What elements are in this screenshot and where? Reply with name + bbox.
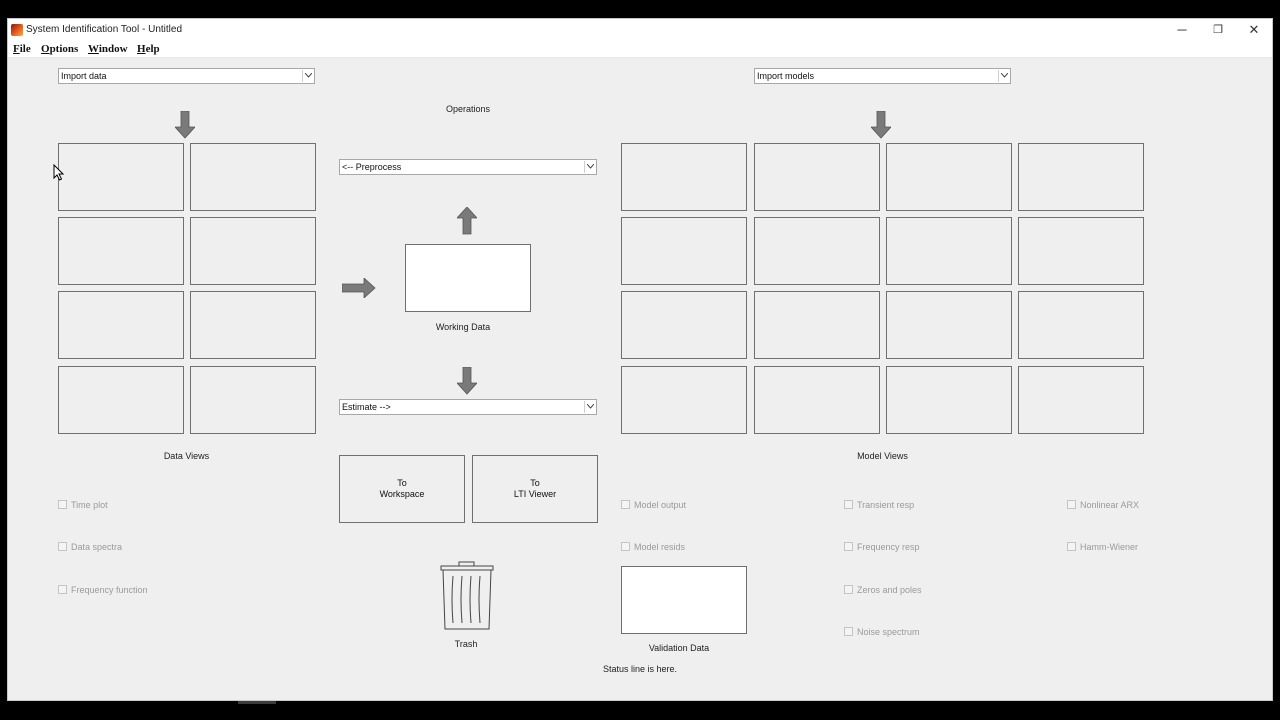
model-slot[interactable]: [1018, 291, 1144, 359]
preprocess-dropdown[interactable]: <-- Preprocess: [339, 159, 597, 175]
data-slot[interactable]: [58, 366, 184, 434]
menu-help[interactable]: Help: [137, 41, 160, 57]
data-slot[interactable]: [190, 217, 316, 285]
estimate-dropdown[interactable]: Estimate -->: [339, 399, 597, 415]
model-slot[interactable]: [1018, 366, 1144, 434]
transient-resp-checkbox[interactable]: Transient resp: [844, 499, 914, 511]
import-data-value: Import data: [61, 71, 107, 81]
to-lti-viewer-button[interactable]: To LTI Viewer: [472, 455, 598, 523]
import-models-dropdown[interactable]: Import models: [754, 68, 1011, 84]
data-slot[interactable]: [58, 291, 184, 359]
model-slot[interactable]: [754, 217, 880, 285]
chevron-down-icon[interactable]: [998, 70, 1009, 82]
operations-label: Operations: [445, 104, 491, 114]
right-arrow-icon: [342, 278, 376, 298]
frequency-resp-checkbox[interactable]: Frequency resp: [844, 541, 920, 553]
model-slot[interactable]: [1018, 143, 1144, 211]
validation-data-slot[interactable]: [621, 566, 747, 634]
hamm-wiener-checkbox[interactable]: Hamm-Wiener: [1067, 541, 1138, 553]
model-slot[interactable]: [754, 143, 880, 211]
chevron-down-icon[interactable]: [302, 70, 313, 82]
down-arrow-icon: [871, 111, 891, 139]
validation-data-label: Validation Data: [648, 643, 710, 653]
model-slot[interactable]: [886, 291, 1012, 359]
frequency-function-checkbox[interactable]: Frequency function: [58, 584, 148, 596]
model-slot[interactable]: [621, 217, 747, 285]
model-resids-checkbox[interactable]: Model resids: [621, 541, 685, 553]
model-slot[interactable]: [621, 291, 747, 359]
import-models-value: Import models: [757, 71, 815, 81]
model-slot[interactable]: [754, 291, 880, 359]
model-slot[interactable]: [621, 143, 747, 211]
menu-window[interactable]: Window: [88, 41, 128, 57]
menu-bar: File Options Window Help: [8, 41, 1272, 58]
window-title: System Identification Tool - Untitled: [26, 24, 183, 35]
data-slot[interactable]: [58, 217, 184, 285]
model-slot[interactable]: [886, 217, 1012, 285]
close-button[interactable]: ✕: [1236, 19, 1272, 41]
to-workspace-button[interactable]: To Workspace: [339, 455, 465, 523]
time-plot-checkbox[interactable]: Time plot: [58, 499, 108, 511]
title-bar: System Identification Tool - Untitled ─ …: [8, 19, 1272, 41]
menu-file[interactable]: File: [13, 41, 31, 57]
working-data-slot[interactable]: [405, 244, 531, 312]
nonlinear-arx-checkbox[interactable]: Nonlinear ARX: [1067, 499, 1139, 511]
estimate-value: Estimate -->: [342, 402, 391, 412]
zeros-and-poles-checkbox[interactable]: Zeros and poles: [844, 584, 922, 596]
minimize-button[interactable]: ─: [1164, 19, 1200, 41]
preprocess-value: <-- Preprocess: [342, 162, 402, 172]
model-slot[interactable]: [621, 366, 747, 434]
down-arrow-icon: [457, 367, 477, 395]
data-slot[interactable]: [190, 143, 316, 211]
model-slot[interactable]: [886, 366, 1012, 434]
status-line: Status line is here.: [602, 664, 678, 674]
data-views-label: Data Views: [163, 451, 210, 461]
taskbar-scroll-thumb: [238, 701, 276, 704]
working-data-label: Working Data: [435, 322, 491, 332]
model-slot[interactable]: [754, 366, 880, 434]
import-data-dropdown[interactable]: Import data: [58, 68, 315, 84]
chevron-down-icon[interactable]: [584, 161, 595, 173]
model-slot[interactable]: [886, 143, 1012, 211]
menu-options[interactable]: Options: [41, 41, 78, 57]
model-views-label: Model Views: [857, 451, 908, 461]
trash-label: Trash: [454, 639, 478, 649]
data-spectra-checkbox[interactable]: Data spectra: [58, 541, 122, 553]
model-output-checkbox[interactable]: Model output: [621, 499, 686, 511]
matlab-icon: [11, 24, 23, 36]
down-arrow-icon: [175, 111, 195, 139]
trash-icon[interactable]: [440, 561, 494, 631]
mouse-cursor-icon: [53, 164, 64, 181]
up-arrow-icon: [457, 207, 477, 235]
data-slot[interactable]: [190, 291, 316, 359]
chevron-down-icon[interactable]: [584, 401, 595, 413]
noise-spectrum-checkbox[interactable]: Noise spectrum: [844, 626, 920, 638]
restore-button[interactable]: ❐: [1200, 19, 1236, 41]
data-slot[interactable]: [58, 143, 184, 211]
model-slot[interactable]: [1018, 217, 1144, 285]
data-slot[interactable]: [190, 366, 316, 434]
